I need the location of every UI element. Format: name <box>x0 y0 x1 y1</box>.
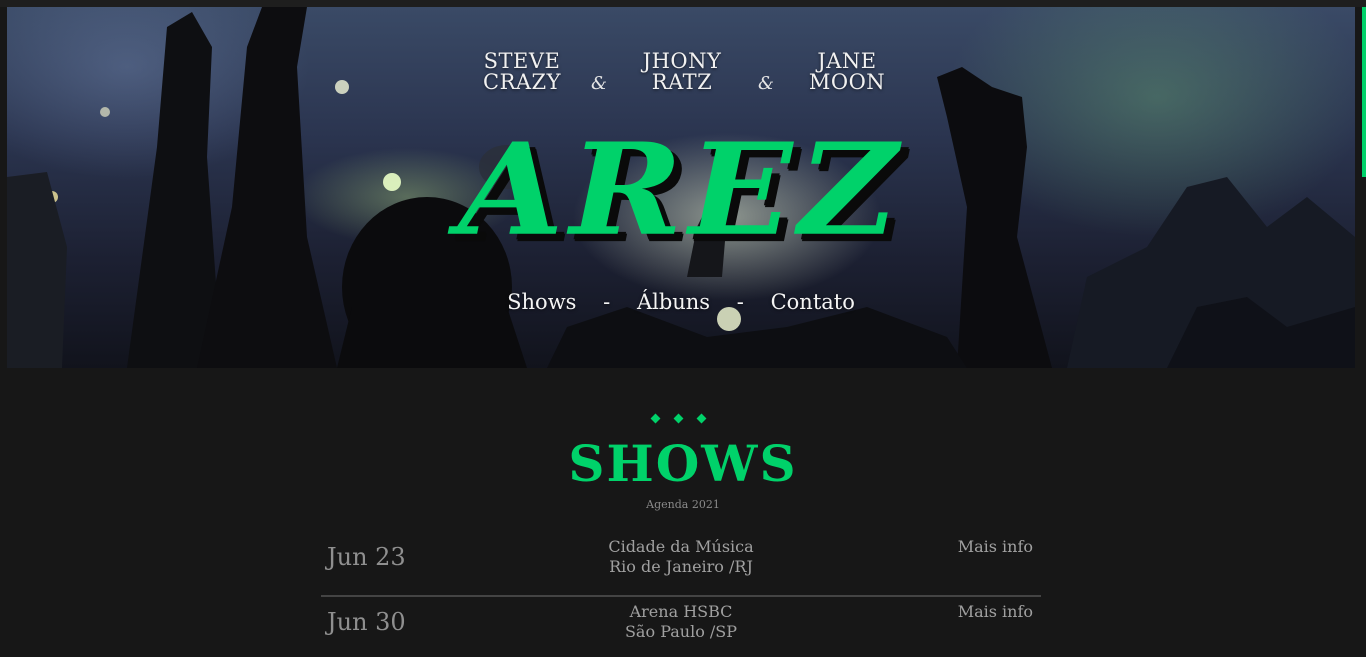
show-date: Jun 30 <box>327 608 406 636</box>
nav-separator: - <box>603 290 611 314</box>
band-logo: AREZ <box>458 115 904 265</box>
main-nav: Shows - Álbuns - Contato <box>7 290 1355 314</box>
band-members: STEVE CRAZY & JHONY RATZ & JANE MOON <box>7 51 1355 111</box>
show-date: Jun 23 <box>327 543 406 571</box>
nav-link-contact[interactable]: Contato <box>771 290 855 314</box>
shows-section-subtitle: Agenda 2021 <box>646 498 720 511</box>
member-last-name: RATZ <box>651 70 713 94</box>
more-info-link[interactable]: Mais info <box>958 537 1033 556</box>
nav-link-albums[interactable]: Álbuns <box>637 290 710 314</box>
show-city: Rio de Janeiro /RJ <box>609 557 753 576</box>
show-venue: Arena HSBC <box>629 602 733 621</box>
member-steve-crazy: STEVE CRAZY <box>462 51 582 93</box>
show-row: Jun 30 Arena HSBC São Paulo /SP Mais inf… <box>321 598 1041 657</box>
diamond-dot <box>673 413 684 424</box>
member-first-name: JANE <box>817 49 877 73</box>
more-info-link[interactable]: Mais info <box>958 602 1033 621</box>
scrollbar-thumb[interactable] <box>1362 7 1366 177</box>
show-venue-block: Cidade da Música Rio de Janeiro /RJ <box>531 537 831 577</box>
shows-section-title: SHOWS <box>568 434 798 493</box>
nav-link-shows[interactable]: Shows <box>507 290 576 314</box>
page: STEVE CRAZY & JHONY RATZ & JANE MOON ARE… <box>0 0 1366 657</box>
show-venue-block: Arena HSBC São Paulo /SP <box>531 602 831 642</box>
member-first-name: STEVE <box>483 49 561 73</box>
diamond-dot <box>650 413 661 424</box>
nav-separator: - <box>736 290 744 314</box>
show-row: Jun 23 Cidade da Música Rio de Janeiro /… <box>321 533 1041 597</box>
section-ornament-dots <box>650 413 711 424</box>
member-jane-moon: JANE MOON <box>787 51 907 93</box>
ampersand: & <box>758 73 775 94</box>
member-last-name: CRAZY <box>483 70 561 94</box>
hero-banner: STEVE CRAZY & JHONY RATZ & JANE MOON ARE… <box>7 7 1355 368</box>
ampersand: & <box>591 73 608 94</box>
member-last-name: MOON <box>808 70 886 94</box>
browser-top-strip <box>0 0 1366 7</box>
member-first-name: JHONY <box>642 49 722 73</box>
diamond-dot <box>696 413 707 424</box>
show-venue: Cidade da Música <box>608 537 754 556</box>
show-city: São Paulo /SP <box>624 622 738 641</box>
member-jhony-ratz: JHONY RATZ <box>622 51 742 93</box>
